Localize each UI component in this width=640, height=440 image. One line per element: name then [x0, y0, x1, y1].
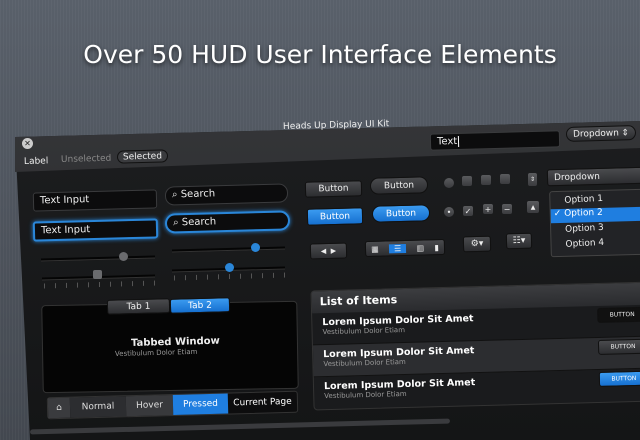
radio-button[interactable] [444, 178, 454, 188]
gear-menu-button[interactable]: ⚙▾ [462, 235, 492, 253]
checkbox[interactable] [500, 174, 510, 184]
option-label: Option 2 [564, 207, 603, 219]
title-text-field[interactable]: Text [429, 130, 561, 151]
dropdown-option[interactable]: Option 1 [564, 194, 603, 206]
item-button[interactable]: BUTTON [597, 338, 640, 355]
item-button[interactable]: BUTTON [598, 370, 640, 387]
prev-arrow-icon[interactable]: ◀ [321, 247, 327, 255]
headline: Over 50 HUD User Interface Elements [83, 40, 557, 69]
button-pill[interactable]: Button [369, 176, 429, 195]
checkbox[interactable] [481, 175, 491, 185]
text-field-value: Text [436, 135, 458, 148]
close-icon[interactable]: ✕ [22, 138, 33, 149]
up-arrow-icon[interactable]: ▲ [527, 201, 539, 213]
prev-next-segmented[interactable]: ◀ ▶ [309, 242, 348, 260]
slider-1-knob[interactable] [119, 252, 128, 261]
search-icon: ⌕ [172, 217, 182, 229]
dropdown[interactable]: Dropdown [546, 166, 640, 187]
button-normal[interactable]: Button [304, 180, 363, 198]
list-panel: List of Items Lorem Ipsum Dolor Sit Amet… [310, 281, 640, 411]
search-placeholder: Search [181, 216, 217, 229]
tab-2[interactable]: Tab 2 [169, 297, 231, 314]
checkbox-checked[interactable]: ✓ [463, 206, 473, 216]
search-input[interactable]: ⌕ Search [164, 183, 289, 206]
slider-3-knob[interactable] [93, 270, 102, 279]
coverflow-view-icon[interactable]: ▮ [434, 243, 439, 252]
item-button[interactable]: BUTTON [597, 306, 640, 323]
plus-icon[interactable]: + [483, 204, 493, 214]
grid-view-icon[interactable]: ▦ [371, 244, 379, 253]
options-menu-button[interactable]: ☷▾ [505, 232, 533, 250]
search-icon: ⌕ [171, 189, 181, 201]
radio-selected[interactable]: • [444, 207, 454, 217]
tabbed-window-title: Tabbed Window [130, 335, 220, 349]
slider-2-knob[interactable] [251, 243, 260, 252]
tab-1[interactable]: Tab 1 [106, 298, 171, 315]
text-input[interactable]: Text Input [32, 189, 158, 212]
menu-list-icon: ☷▾ [512, 235, 526, 247]
breadcrumb-pressed[interactable]: Pressed [172, 393, 229, 415]
dropdown-option[interactable]: Option 3 [565, 223, 604, 235]
gear-icon: ⚙▾ [470, 238, 484, 250]
breadcrumb-normal[interactable]: Normal [69, 396, 127, 418]
check-icon: ✓ [553, 208, 562, 220]
breadcrumb-hover[interactable]: Hover [125, 394, 174, 417]
dropdown-label: Dropdown [572, 128, 620, 140]
toolbar-unselected[interactable]: Unselected [61, 154, 112, 165]
dropdown-option[interactable]: Option 4 [565, 238, 604, 250]
dropdown-value: Dropdown [553, 171, 601, 183]
list-view-icon[interactable]: ☰ [388, 243, 407, 253]
checkbox[interactable] [462, 176, 472, 186]
slider-4-knob[interactable] [225, 263, 234, 272]
toolbar-label: Label [23, 156, 49, 167]
toolbar-selected[interactable]: Selected [116, 149, 169, 164]
search-input-focused[interactable]: ⌕ Search [164, 210, 291, 234]
minus-icon[interactable]: − [502, 204, 512, 214]
view-segmented[interactable]: ▦ ☰ ▥ ▮ [364, 238, 446, 258]
stepper-icon[interactable]: ⇕ [528, 173, 537, 186]
search-placeholder: Search [180, 188, 216, 201]
column-view-icon[interactable]: ▥ [416, 243, 424, 252]
dropdown-option-selected[interactable]: ✓ Option 2 [550, 206, 640, 224]
button-blue[interactable]: Button [306, 207, 364, 226]
text-input-focused[interactable]: Text Input [32, 218, 159, 242]
breadcrumb-current: Current Page [233, 396, 292, 409]
title-dropdown[interactable]: Dropdown ⇕ [565, 125, 637, 142]
dropdown-menu: Option 1 ✓ Option 2 Option 3 Option 4 [549, 188, 640, 258]
updown-icon: ⇕ [621, 127, 630, 138]
button-blue-pill[interactable]: Button [371, 204, 431, 223]
next-arrow-icon[interactable]: ▶ [331, 247, 337, 255]
home-icon[interactable]: ⌂ [47, 397, 71, 419]
